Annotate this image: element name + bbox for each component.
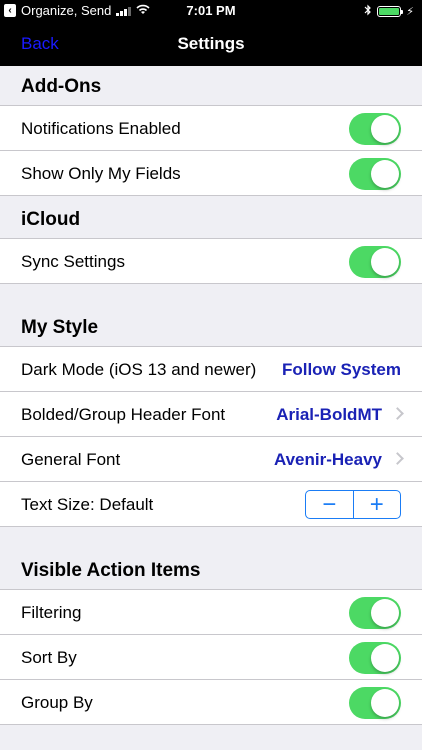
dark-mode-value: Follow System <box>281 359 401 379</box>
section-header-my-style: My Style <box>0 284 422 347</box>
increment-button[interactable]: + <box>354 491 401 518</box>
row-sort-by: Sort By <box>0 635 422 680</box>
page-title: Settings <box>177 34 245 53</box>
row-show-only-my-fields: Show Only My Fields <box>0 151 422 196</box>
row-sync-settings: Sync Settings <box>0 239 422 284</box>
status-time: 7:01 PM <box>186 3 236 18</box>
row-text-size: Text Size: Default − + <box>0 482 422 527</box>
status-bar: ‹ Organize, Send 7:01 PM ⚡ <box>0 0 422 22</box>
section-header-icloud: iCloud <box>0 196 422 239</box>
header-font-value: Arial-BoldMT <box>276 404 382 424</box>
sync-settings-toggle[interactable] <box>349 246 401 278</box>
text-size-stepper: − + <box>305 490 401 519</box>
group-by-toggle[interactable] <box>349 687 401 719</box>
row-filtering: Filtering <box>0 590 422 635</box>
row-bolded-group-header-font[interactable]: Bolded/Group Header Font Arial-BoldMT <box>0 392 422 437</box>
row-notifications-enabled: Notifications Enabled <box>0 106 422 151</box>
bluetooth-icon <box>364 4 372 19</box>
section-header-visible-action-items: Visible Action Items <box>0 527 422 590</box>
status-right: ⚡ <box>364 4 414 19</box>
charging-bolt-icon: ⚡ <box>406 6 414 18</box>
battery-icon <box>377 6 404 17</box>
notifications-enabled-toggle[interactable] <box>349 113 401 145</box>
decrement-button[interactable]: − <box>306 491 353 518</box>
filtering-toggle[interactable] <box>349 597 401 629</box>
navigation-bar: Back Settings <box>0 22 422 66</box>
general-font-value: Avenir-Heavy <box>273 449 382 469</box>
sort-by-toggle[interactable] <box>349 642 401 674</box>
section-header-add-ons: Add-Ons <box>0 66 422 106</box>
row-dark-mode[interactable]: Dark Mode (iOS 13 and newer) Follow Syst… <box>0 347 422 392</box>
row-group-by: Group By <box>0 680 422 725</box>
row-general-font[interactable]: General Font Avenir-Heavy <box>0 437 422 482</box>
show-only-my-fields-toggle[interactable] <box>349 158 401 190</box>
settings-list: Add-Ons Notifications Enabled Show Only … <box>0 66 422 725</box>
